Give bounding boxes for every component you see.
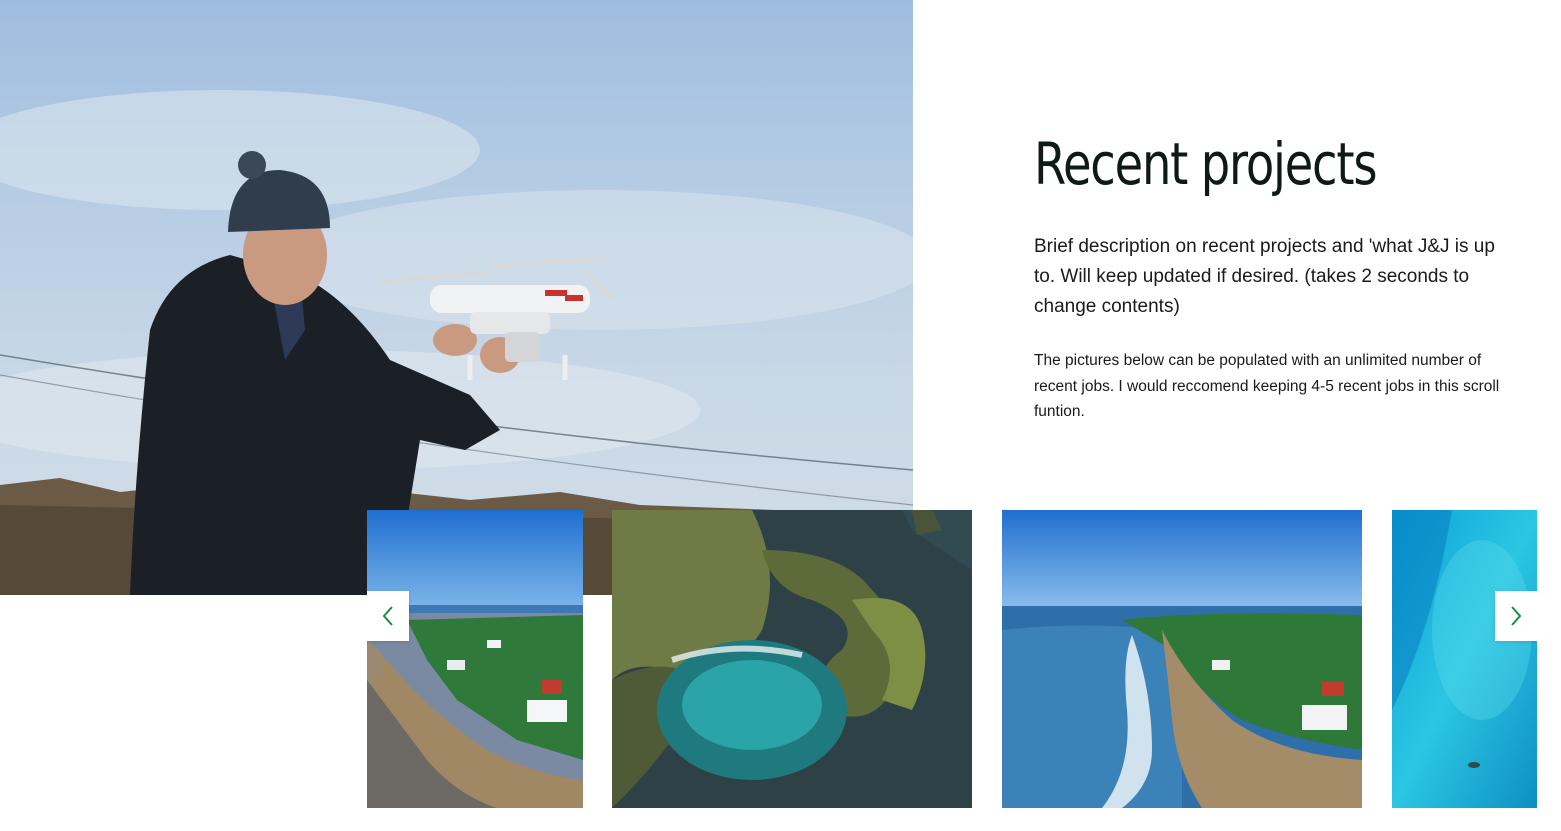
carousel-slide[interactable] — [1002, 510, 1362, 808]
carousel-next-button[interactable] — [1495, 591, 1537, 641]
projects-carousel[interactable] — [367, 510, 1537, 808]
carousel-slide[interactable] — [612, 510, 972, 808]
chevron-right-icon — [1511, 606, 1522, 626]
carousel-slide[interactable] — [367, 510, 583, 808]
carousel-prev-button[interactable] — [367, 591, 409, 641]
section-title: Recent projects — [1034, 130, 1378, 198]
recent-projects-intro: Recent projects Brief description on rec… — [1034, 126, 1504, 425]
chevron-left-icon — [382, 606, 393, 626]
section-note: The pictures below can be populated with… — [1034, 352, 1500, 420]
coastal-town-photo — [367, 510, 583, 808]
island-cliff-photo — [612, 510, 972, 808]
carousel-slide[interactable] — [1392, 510, 1537, 808]
beach-coastline-photo — [1002, 510, 1362, 808]
hero-image — [0, 0, 913, 595]
turquoise-sea-photo — [1392, 510, 1537, 808]
section-lead: Brief description on recent projects and… — [1034, 236, 1495, 317]
